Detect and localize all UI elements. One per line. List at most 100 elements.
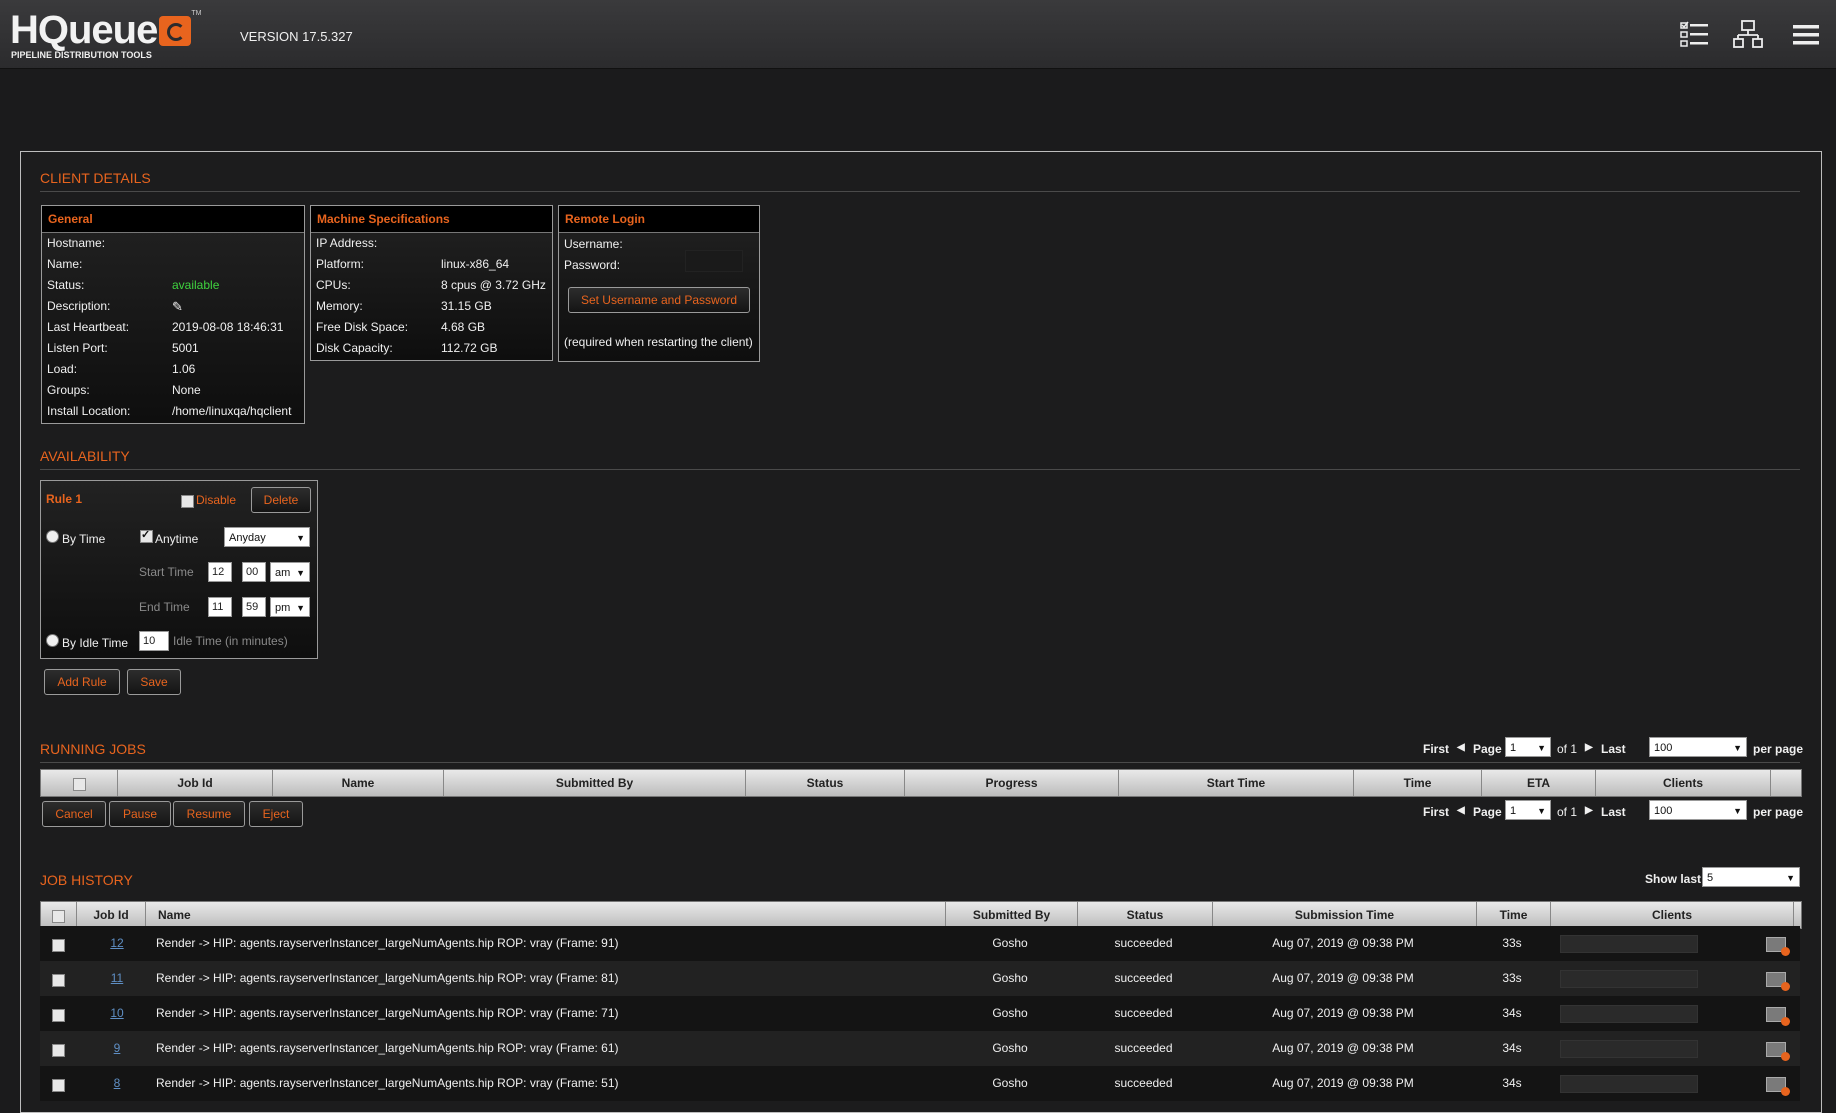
network-icon[interactable]	[1733, 20, 1763, 50]
menu-icon[interactable]	[1791, 20, 1821, 50]
column-header[interactable]: Start Time	[1118, 770, 1353, 796]
table-row[interactable]: 11 Render -> HIP: agents.rayserverInstanc…	[40, 961, 1800, 996]
client-add-icon[interactable]	[1766, 1077, 1790, 1096]
machine-field-value: 31.15 GB	[441, 299, 492, 313]
arrow-left-icon[interactable]: ◀	[1457, 742, 1465, 753]
row-checkbox[interactable]	[52, 1009, 65, 1022]
remote-login-title: Remote Login	[559, 206, 759, 233]
delete-rule-button[interactable]: Delete	[251, 487, 311, 513]
column-header[interactable]: Submission Time	[1212, 902, 1476, 928]
job-id-link[interactable]: 9	[102, 1031, 132, 1066]
column-header[interactable]: Clients	[1550, 902, 1793, 928]
end-hour-input[interactable]: 11	[208, 597, 232, 617]
client-add-icon[interactable]	[1766, 972, 1790, 991]
chevron-down-icon: ▼	[296, 533, 305, 543]
elapsed-time: 33s	[1502, 971, 1522, 985]
eject-button[interactable]: Eject	[249, 801, 303, 827]
by-idle-time-label: By Idle Time	[62, 636, 129, 650]
page-select[interactable]: 1 ▼	[1505, 800, 1551, 820]
table-row[interactable]: 10 Render -> HIP: agents.rayserverInstanc…	[40, 996, 1800, 1031]
select-all-checkbox[interactable]	[52, 910, 65, 923]
row-checkbox[interactable]	[52, 939, 65, 952]
table-row[interactable]: 9 Render -> HIP: agents.rayserverInstance…	[40, 1031, 1800, 1066]
column-header[interactable]: Status	[1077, 902, 1212, 928]
per-page-select[interactable]: 100 ▼	[1649, 737, 1747, 757]
pager-first[interactable]: First	[1423, 805, 1449, 819]
column-header[interactable]: Status	[745, 770, 904, 796]
idle-time-input[interactable]: 10	[139, 631, 169, 651]
day-select-value: Anyday	[229, 532, 266, 544]
submission-time: Aug 07, 2019 @ 09:38 PM	[1272, 1041, 1414, 1055]
general-box-title: General	[42, 206, 304, 233]
running-jobs-title: RUNNING JOBS	[40, 741, 146, 757]
job-id-link[interactable]: 8	[102, 1066, 132, 1101]
save-button[interactable]: Save	[127, 669, 181, 695]
arrow-right-icon[interactable]: ▶	[1585, 805, 1593, 816]
column-header[interactable]: Job Id	[117, 770, 272, 796]
section-divider	[40, 191, 1800, 192]
per-page-select[interactable]: 100 ▼	[1649, 800, 1747, 820]
row-checkbox[interactable]	[52, 974, 65, 987]
submission-time: Aug 07, 2019 @ 09:38 PM	[1272, 936, 1414, 950]
edit-pencil-icon[interactable]: ✎	[172, 299, 183, 315]
job-name: Render -> HIP: agents.rayserverInstancer…	[156, 1006, 619, 1020]
arrow-left-icon[interactable]: ◀	[1457, 805, 1465, 816]
hqueue-logo[interactable]: HQueue TM PIPELINE DISTRIBUTION TOOLS	[10, 10, 201, 60]
cancel-button[interactable]: Cancel	[42, 801, 106, 827]
start-minute-input[interactable]: 00	[242, 562, 266, 582]
day-select[interactable]: Anyday ▼	[224, 527, 310, 547]
per-page-label: per page	[1753, 742, 1804, 756]
column-header[interactable]: Submitted By	[945, 902, 1077, 928]
job-name: Render -> HIP: agents.rayserverInstancer…	[156, 936, 619, 950]
column-header[interactable]: Time	[1353, 770, 1481, 796]
pause-button[interactable]: Pause	[109, 801, 171, 827]
column-header[interactable]: ETA	[1481, 770, 1595, 796]
column-header[interactable]: Name	[145, 902, 945, 928]
job-list-icon[interactable]	[1680, 20, 1710, 50]
show-last-select[interactable]: 5 ▼	[1702, 867, 1800, 887]
column-header[interactable]: Clients	[1595, 770, 1770, 796]
machine-field-value: 112.72 GB	[441, 341, 498, 355]
column-header[interactable]: Job Id	[76, 902, 145, 928]
client-add-icon[interactable]	[1766, 1042, 1790, 1061]
column-header[interactable]: Time	[1476, 902, 1550, 928]
status-text: succeeded	[1114, 1041, 1173, 1055]
table-row[interactable]: 12 Render -> HIP: agents.rayserverInstanc…	[40, 926, 1800, 961]
job-id-link[interactable]: 11	[102, 961, 132, 996]
table-row[interactable]: 8 Render -> HIP: agents.rayserverInstance…	[40, 1066, 1800, 1101]
arrow-right-icon[interactable]: ▶	[1585, 742, 1593, 753]
client-add-icon[interactable]	[1766, 937, 1790, 956]
status-text: succeeded	[1114, 971, 1173, 985]
page-select[interactable]: 1 ▼	[1505, 737, 1551, 757]
add-rule-button[interactable]: Add Rule	[44, 669, 120, 695]
anytime-checkbox[interactable]	[140, 528, 153, 543]
pager-last[interactable]: Last	[1601, 805, 1626, 819]
row-checkbox[interactable]	[52, 1079, 65, 1092]
column-header[interactable]: Progress	[904, 770, 1118, 796]
select-all-checkbox[interactable]	[73, 778, 86, 791]
row-checkbox[interactable]	[52, 1044, 65, 1057]
set-username-password-button[interactable]: Set Username and Password	[568, 287, 750, 313]
end-minute-input[interactable]: 59	[242, 597, 266, 617]
by-time-radio[interactable]	[46, 530, 59, 543]
page-select-value: 1	[1510, 805, 1517, 817]
start-hour-input[interactable]: 12	[208, 562, 232, 582]
job-id-link[interactable]: 12	[102, 926, 132, 961]
pager-first[interactable]: First	[1423, 742, 1449, 756]
job-history-header: Job Id Name Submitted By Status Submission T…	[40, 901, 1802, 929]
start-ampm-select[interactable]: am ▼	[270, 562, 310, 582]
job-name: Render -> HIP: agents.rayserverInstancer…	[156, 971, 619, 985]
submitted-by: Gosho	[992, 1006, 1028, 1020]
chevron-down-icon: ▼	[1537, 743, 1546, 753]
machine-field-label: IP Address:	[316, 236, 378, 250]
end-ampm-select[interactable]: pm ▼	[270, 597, 310, 617]
column-header[interactable]: Submitted By	[443, 770, 745, 796]
client-add-icon[interactable]	[1766, 1007, 1790, 1026]
password-field[interactable]	[685, 250, 743, 272]
by-idle-time-radio[interactable]	[46, 634, 59, 647]
pager-last[interactable]: Last	[1601, 742, 1626, 756]
job-id-link[interactable]: 10	[102, 996, 132, 1031]
column-header[interactable]: Name	[272, 770, 443, 796]
disable-checkbox[interactable]	[181, 495, 194, 508]
resume-button[interactable]: Resume	[173, 801, 245, 827]
